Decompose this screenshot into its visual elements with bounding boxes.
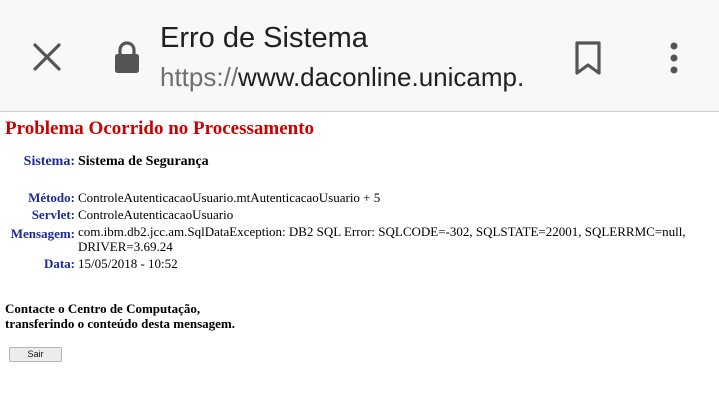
sistema-value: Sistema de Segurança: [78, 154, 209, 169]
detail-row-servlet: Servlet: ControleAutenticacaoUsuario: [0, 207, 719, 224]
bookmark-button[interactable]: [566, 34, 610, 82]
data-value: 15/05/2018 - 10:52: [78, 256, 178, 271]
close-button[interactable]: [24, 34, 70, 80]
metodo-label: Método:: [28, 190, 75, 205]
servlet-label: Servlet:: [31, 207, 75, 222]
sistema-row: Sistema: Sistema de Segurança: [0, 154, 719, 170]
bookmark-icon: [575, 41, 601, 75]
mensagem-value: com.ibm.db2.jcc.am.SqlDataException: DB2…: [78, 224, 686, 254]
url-host: www.daconline.unicamp.br: [238, 62, 526, 92]
contact-message: Contacte o Centro de Computação, transfe…: [5, 301, 235, 331]
data-label: Data:: [43, 256, 75, 271]
more-vert-icon: [670, 42, 678, 74]
menu-button[interactable]: [654, 34, 694, 82]
sistema-table: Sistema: Sistema de Segurança: [0, 154, 719, 170]
detail-row-data: Data: 15/05/2018 - 10:52: [0, 256, 719, 273]
sair-button[interactable]: Sair: [9, 347, 62, 362]
url-scheme: https://: [160, 62, 239, 92]
close-icon: [33, 43, 61, 71]
detail-row-mensagem: Mensagem: com.ibm.db2.jcc.am.SqlDataExce…: [0, 224, 719, 256]
details-table: Método: ControleAutenticacaoUsuario.mtAu…: [0, 190, 719, 273]
contact-line-2: transferindo o conteúdo desta mensagem.: [5, 316, 236, 331]
mensagem-label: Mensagem:: [10, 226, 75, 241]
servlet-value: ControleAutenticacaoUsuario: [78, 207, 234, 222]
page-url[interactable]: https://www.daconline.unicamp.br: [160, 62, 526, 93]
page-content: Problema Ocorrido no Processamento Siste…: [0, 113, 719, 409]
error-title: Problema Ocorrido no Processamento: [5, 118, 315, 139]
metodo-value: ControleAutenticacaoUsuario.mtAutenticac…: [78, 190, 381, 205]
browser-toolbar: Erro de Sistema https://www.daconline.un…: [0, 0, 719, 112]
contact-line-1: Contacte o Centro de Computação,: [5, 301, 201, 316]
lock-icon: [115, 41, 139, 73]
detail-row-metodo: Método: ControleAutenticacaoUsuario.mtAu…: [0, 190, 719, 207]
sistema-label: Sistema:: [23, 154, 75, 169]
page-title: Erro de Sistema: [160, 22, 368, 54]
